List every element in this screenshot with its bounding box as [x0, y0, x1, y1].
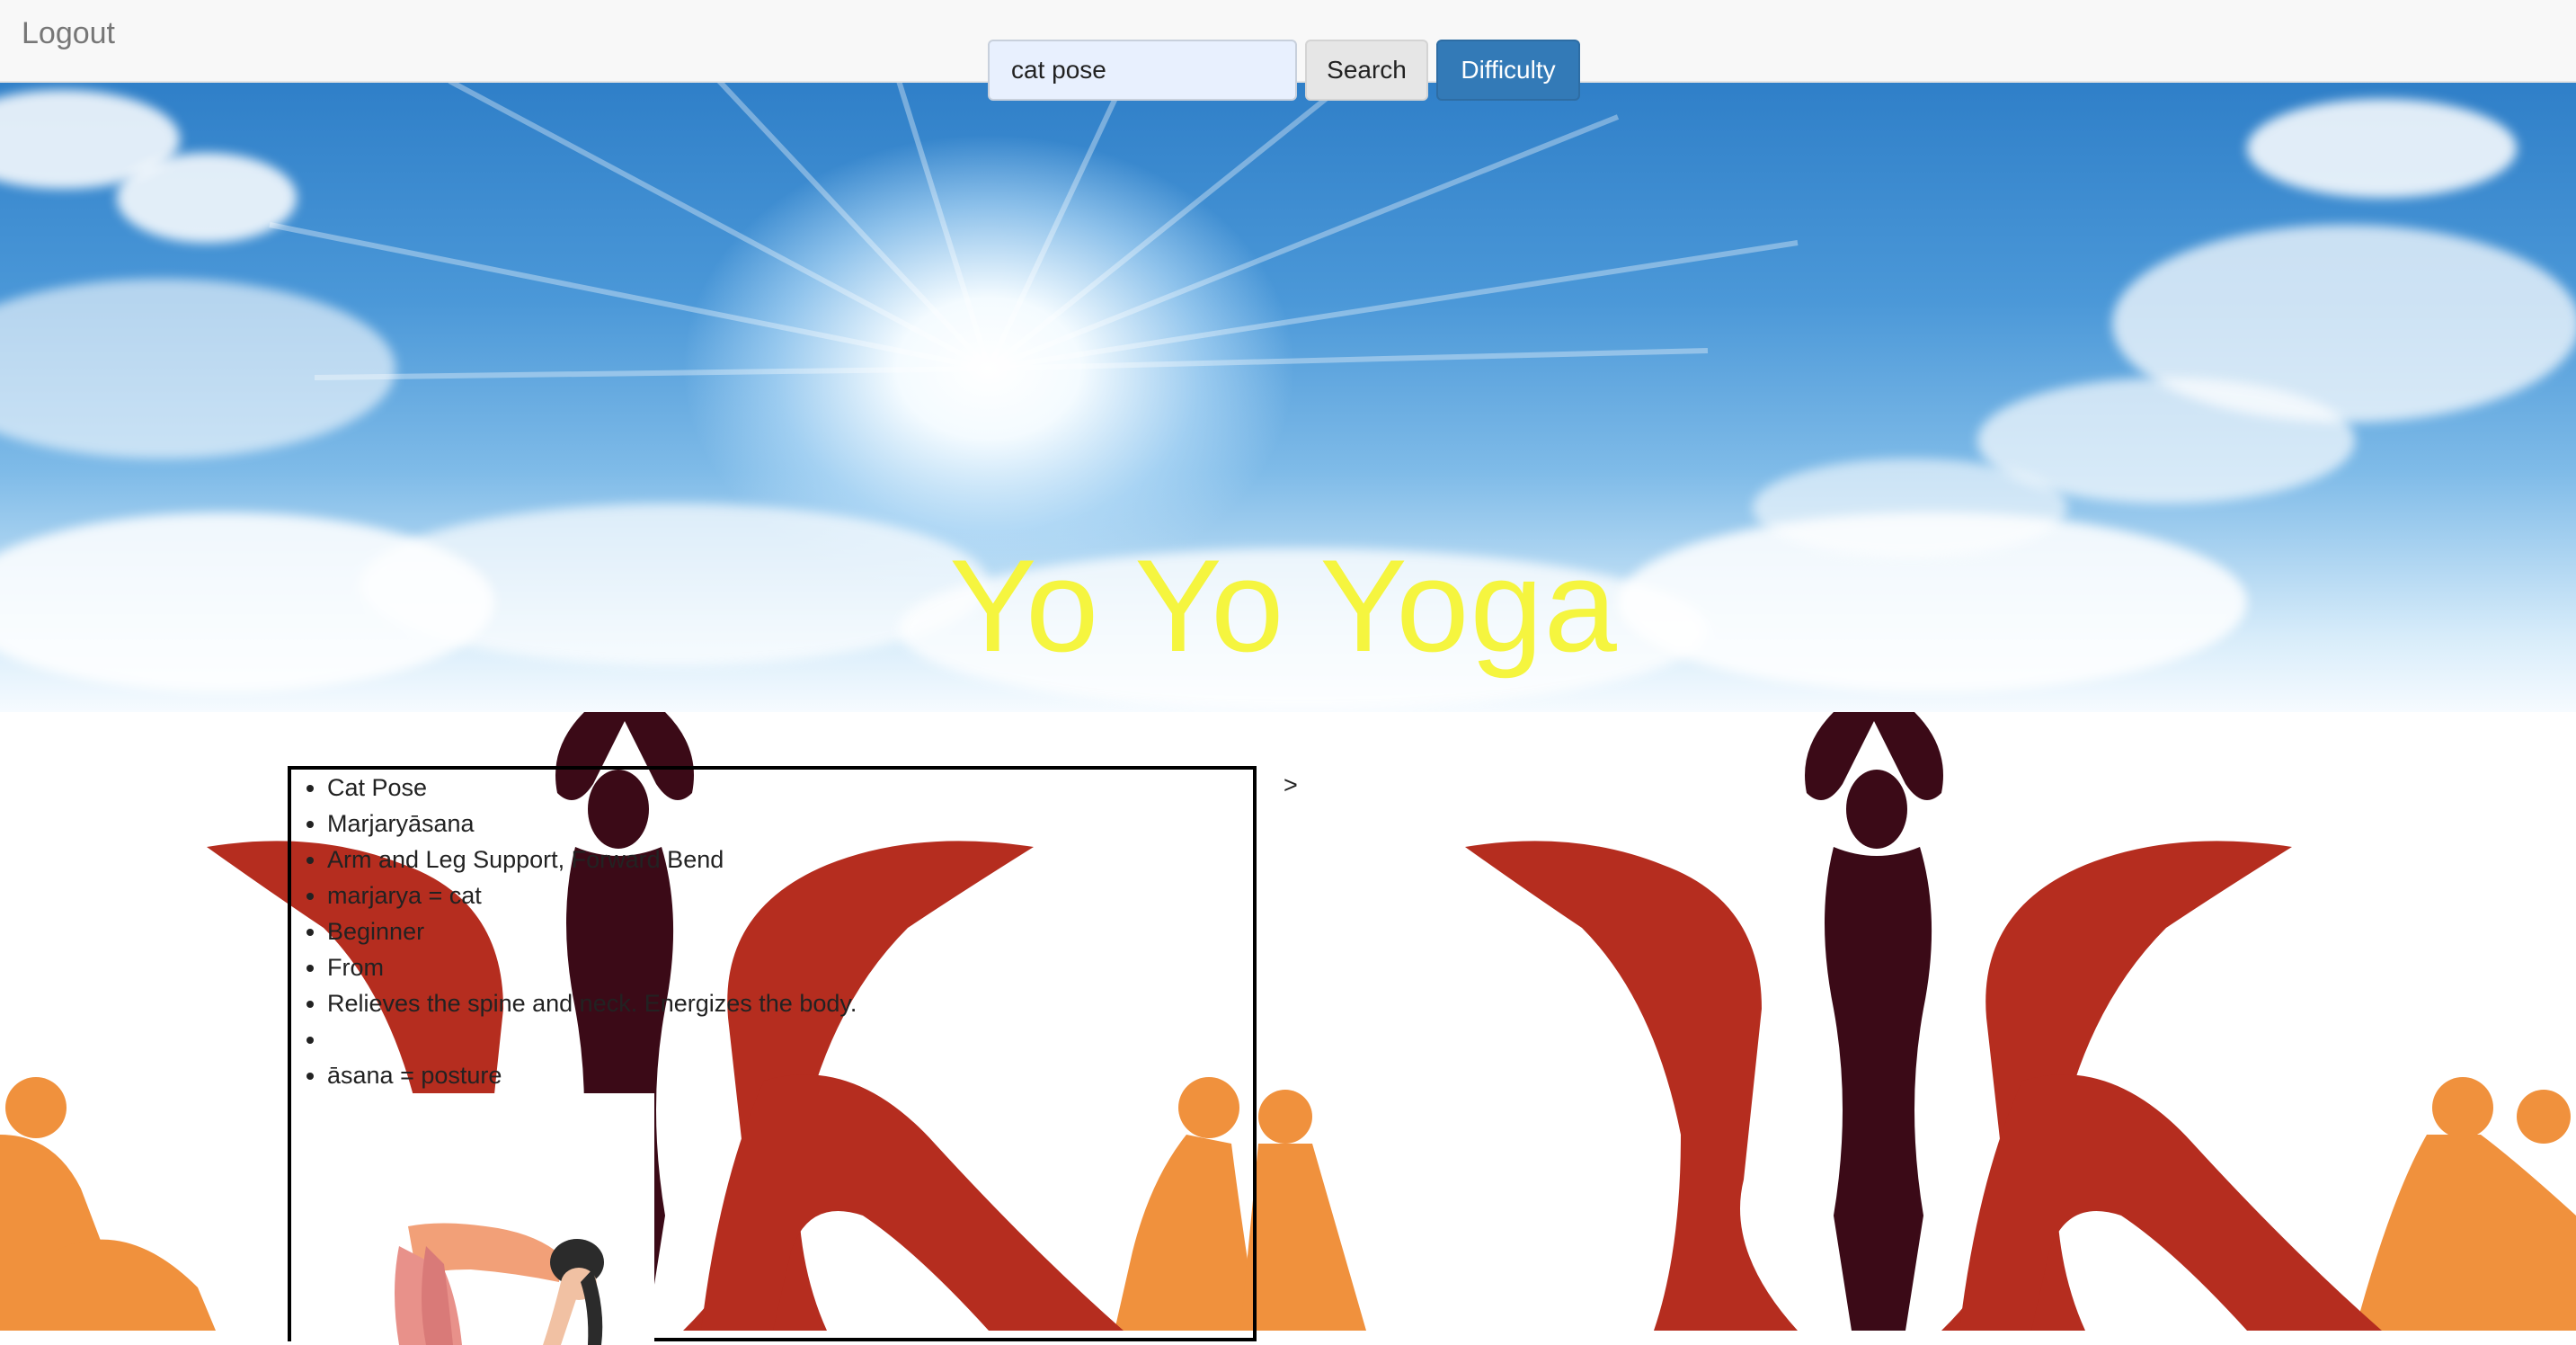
- logout-link[interactable]: Logout: [22, 16, 115, 51]
- pose-benefits: Relieves the spine and neck. Energizes t…: [327, 985, 1253, 1021]
- next-pose-arrow[interactable]: >: [1284, 771, 1298, 799]
- pose-sanskrit-name: Marjaryāsana: [327, 806, 1253, 842]
- difficulty-button[interactable]: Difficulty: [1436, 40, 1580, 101]
- site-title: Yo Yo Yoga: [0, 530, 2576, 681]
- search-button[interactable]: Search: [1305, 40, 1428, 101]
- pose-translation: marjarya = cat: [327, 877, 1253, 913]
- pose-card: Cat Pose Marjaryāsana Arm and Leg Suppor…: [288, 766, 1257, 1345]
- pose-difficulty: Beginner: [327, 913, 1253, 949]
- pose-from: From: [327, 949, 1253, 985]
- site-title-text: Yo Yo Yoga: [949, 532, 1618, 679]
- pose-english-name: Cat Pose: [327, 770, 1253, 806]
- search-input[interactable]: [988, 40, 1297, 101]
- pose-empty-item: [327, 1021, 1253, 1057]
- yoga-pose-photo-icon: [395, 1223, 604, 1345]
- pose-asana-translation: āsana = posture: [327, 1057, 1253, 1093]
- hero-banner: Yo Yo Yoga: [0, 81, 2576, 712]
- pose-details-list: Cat Pose Marjaryāsana Arm and Leg Suppor…: [291, 770, 1253, 1093]
- pose-category: Arm and Leg Support, Forward Bend: [327, 842, 1253, 877]
- pose-photo: [291, 1093, 654, 1345]
